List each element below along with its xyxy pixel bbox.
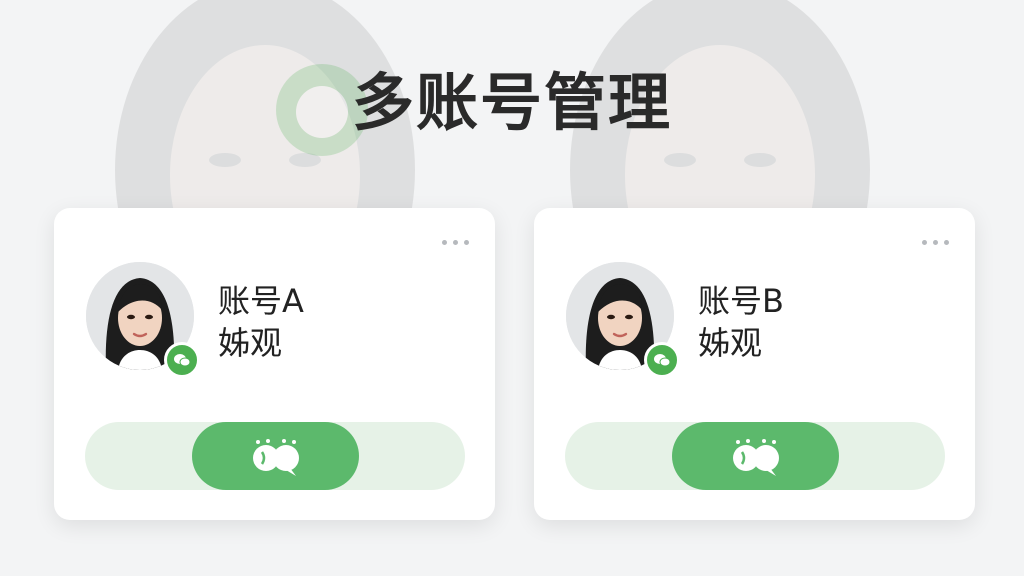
switch-account-button[interactable] <box>192 422 359 490</box>
account-nickname: 姊观 <box>218 324 283 362</box>
account-avatar <box>86 262 200 378</box>
account-name: 账号A <box>218 282 304 320</box>
switch-account-button[interactable] <box>672 422 839 490</box>
more-options-icon[interactable] <box>442 240 469 245</box>
switch-chat-icon <box>252 439 299 476</box>
page-title: 多账号管理 <box>351 66 672 139</box>
more-options-icon[interactable] <box>922 240 949 245</box>
account-card-a[interactable]: 账号A 姊观 <box>54 208 495 520</box>
account-name: 账号B <box>698 282 784 320</box>
switch-chat-icon <box>732 439 779 476</box>
wechat-badge-icon <box>644 342 680 378</box>
account-card-b[interactable]: 账号B 姊观 <box>534 208 975 520</box>
account-nickname: 姊观 <box>698 324 763 362</box>
wechat-badge-icon <box>164 342 200 378</box>
account-avatar <box>566 262 680 378</box>
